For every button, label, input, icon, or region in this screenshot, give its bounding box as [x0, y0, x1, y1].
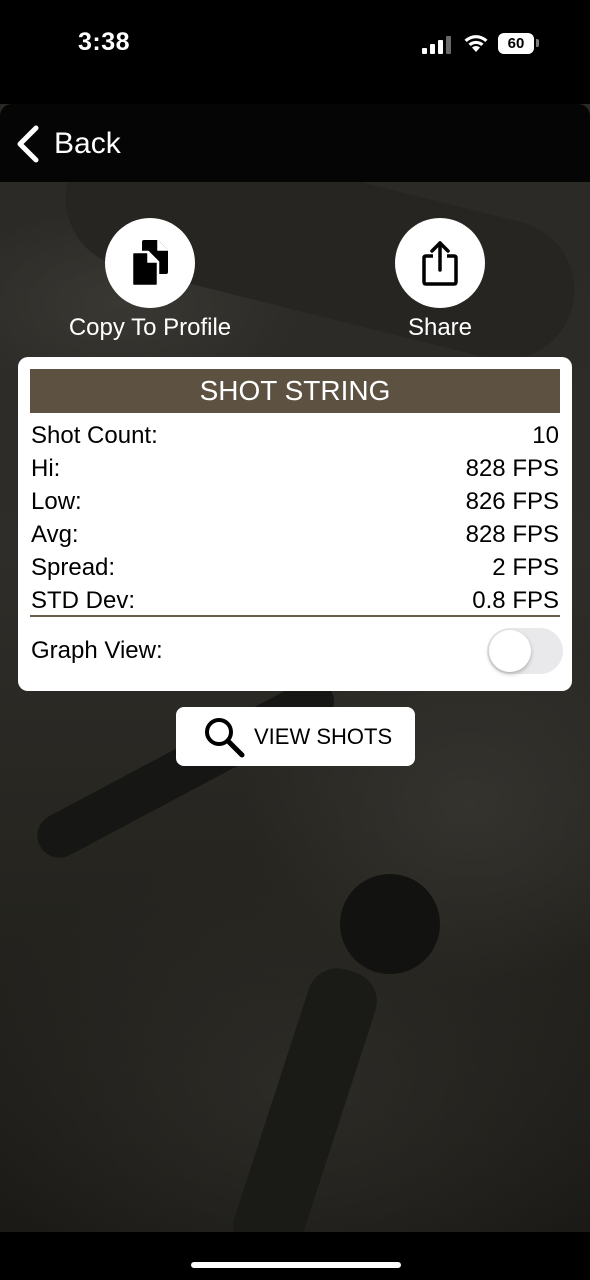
- stat-label: Shot Count:: [31, 422, 158, 449]
- status-time: 3:38: [78, 28, 131, 56]
- search-icon: [205, 717, 245, 757]
- chevron-left-icon: [17, 125, 39, 163]
- copy-button-circle[interactable]: [105, 218, 195, 308]
- battery-cap: [536, 39, 539, 47]
- stat-label: Low:: [31, 488, 82, 515]
- stat-value: 826 FPS: [465, 488, 559, 515]
- copy-to-profile-button[interactable]: Copy To Profile: [40, 218, 260, 342]
- stat-label: STD Dev:: [31, 587, 136, 614]
- stat-value: 0.8 FPS: [472, 587, 559, 614]
- view-shots-label: VIEW SHOTS: [254, 723, 393, 749]
- stat-row-hi: Hi: 828 FPS: [31, 452, 559, 485]
- back-label: Back: [54, 127, 121, 160]
- battery-icon: 60: [498, 33, 534, 54]
- copy-to-profile-label: Copy To Profile: [68, 314, 232, 341]
- divider: [30, 615, 560, 617]
- shot-string-card: SHOT STRING Shot Count: 10 Hi: 828 FPS L…: [18, 357, 572, 691]
- stat-value: 828 FPS: [465, 521, 559, 548]
- navigation-bar: Back: [0, 104, 590, 182]
- view-shots-button[interactable]: VIEW SHOTS: [176, 707, 415, 766]
- stats-list: Shot Count: 10 Hi: 828 FPS Low: 826 FPS …: [31, 419, 559, 617]
- stat-row-shot-count: Shot Count: 10: [31, 419, 559, 452]
- stat-value: 10: [532, 422, 559, 449]
- stat-value: 2 FPS: [492, 554, 559, 581]
- back-button[interactable]: Back: [12, 124, 121, 164]
- cellular-signal-icon: [422, 36, 452, 54]
- card-title: SHOT STRING: [30, 369, 560, 413]
- home-indicator[interactable]: [191, 1262, 401, 1268]
- graph-view-row: Graph View:: [31, 628, 563, 674]
- share-label: Share: [407, 314, 473, 341]
- bottom-bar: [0, 1232, 590, 1280]
- graph-view-label: Graph View:: [31, 637, 163, 664]
- stat-row-avg: Avg: 828 FPS: [31, 518, 559, 551]
- toggle-knob: [489, 630, 531, 672]
- graph-view-toggle[interactable]: [487, 628, 563, 674]
- share-button[interactable]: Share: [330, 218, 550, 342]
- stat-label: Spread:: [31, 554, 116, 581]
- copy-documents-icon: [130, 240, 168, 288]
- stat-label: Hi:: [31, 455, 61, 482]
- stat-row-low: Low: 826 FPS: [31, 485, 559, 518]
- stat-row-std-dev: STD Dev: 0.8 FPS: [31, 584, 559, 617]
- share-button-circle[interactable]: [395, 218, 485, 308]
- stat-label: Avg:: [31, 521, 79, 548]
- status-bar: 3:38 60: [0, 0, 590, 88]
- wifi-icon: [464, 35, 488, 52]
- stat-row-spread: Spread: 2 FPS: [31, 551, 559, 584]
- share-icon: [422, 241, 458, 286]
- stat-value: 828 FPS: [465, 455, 559, 482]
